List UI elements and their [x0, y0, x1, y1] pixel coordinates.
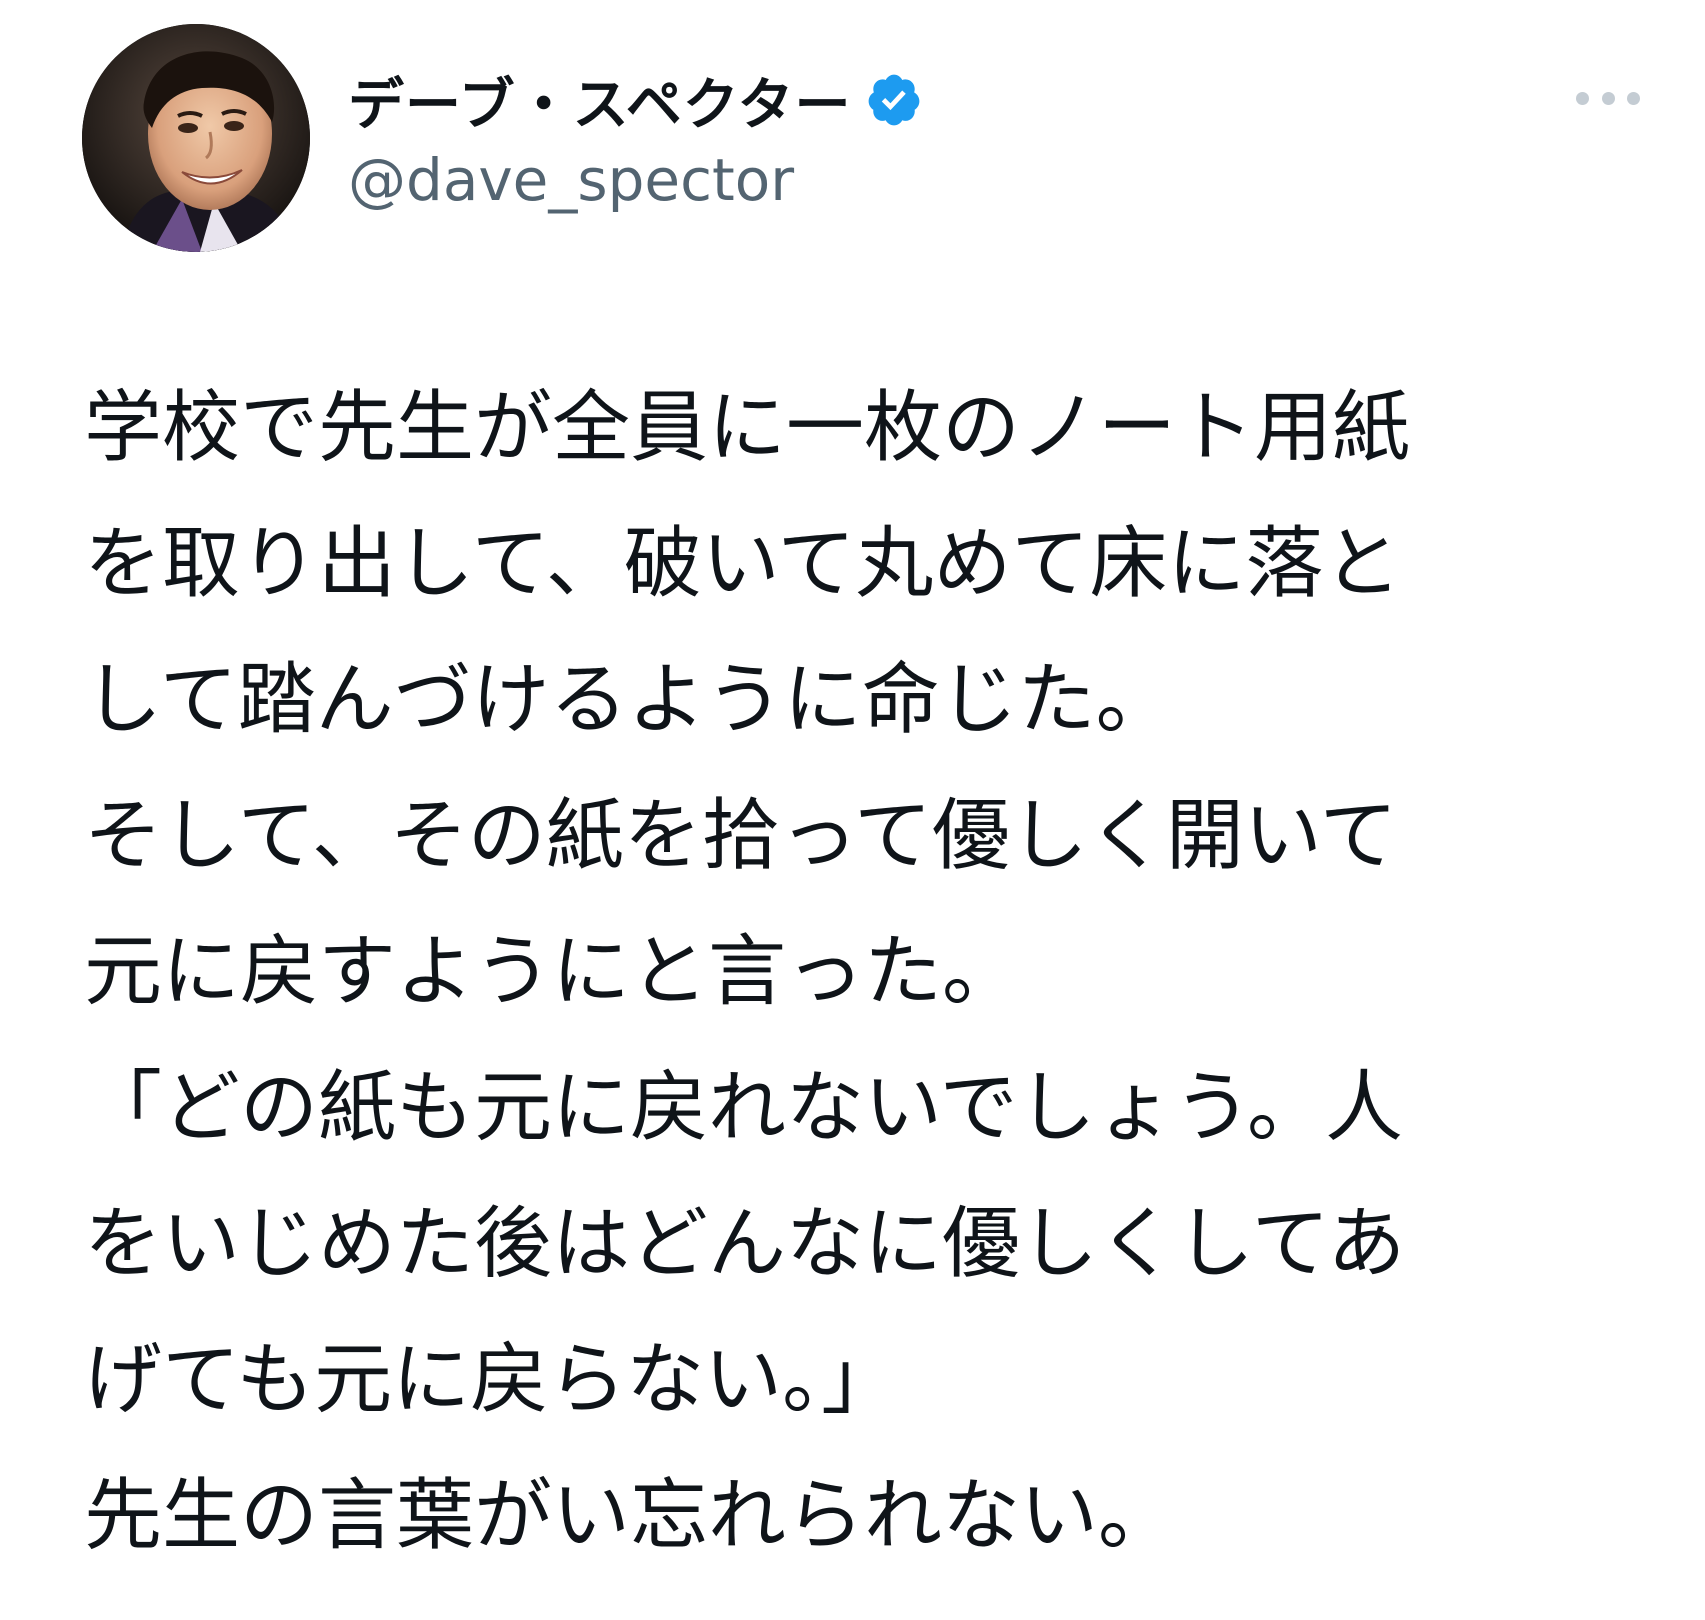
- tweet-text-line: 元に戻すようにと言った。: [84, 927, 1021, 1017]
- author-display-name[interactable]: デーブ・スペクター: [348, 60, 851, 141]
- more-horizontal-icon: [1627, 91, 1640, 105]
- tweet-card: デーブ・スペクター @dave_spector 学校で先生が全員に一枚のノート用…: [0, 0, 1705, 1620]
- more-horizontal-icon: [1601, 91, 1615, 105]
- tweet-text-line: げても元に戻らない。」: [84, 1335, 900, 1425]
- verified-badge-icon: [865, 71, 923, 129]
- more-horizontal-icon: [1576, 91, 1589, 105]
- tweet-text-line: をいじめた後はどんなに優しくしてあ: [84, 1199, 1406, 1289]
- tweet-text-line: 「どの紙も元に戻れないでしょう。人: [84, 1063, 1403, 1153]
- author-handle[interactable]: @dave_spector: [348, 146, 794, 214]
- avatar[interactable]: [82, 24, 310, 252]
- tweet-text-line: 学校で先生が全員に一枚のノート用紙: [84, 383, 1411, 473]
- tweet-text-line: を取り出して、破いて丸めて床に落と: [84, 519, 1402, 609]
- tweet-text-line: そして、その紙を拾って優しく開いて: [84, 791, 1398, 881]
- tweet-text-line: 先生の言葉がい忘れられない。: [84, 1471, 1177, 1561]
- avatar-image: [82, 24, 310, 252]
- tweet-text-line: して踏んづけるように命じた。: [84, 655, 1174, 745]
- more-options-button[interactable]: [1576, 80, 1640, 116]
- tweet-text: 学校で先生が全員に一枚のノート用紙 を取り出して、破いて丸めて床に落と して踏ん…: [84, 360, 1644, 1584]
- author-name-row: デーブ・スペクター: [348, 58, 923, 142]
